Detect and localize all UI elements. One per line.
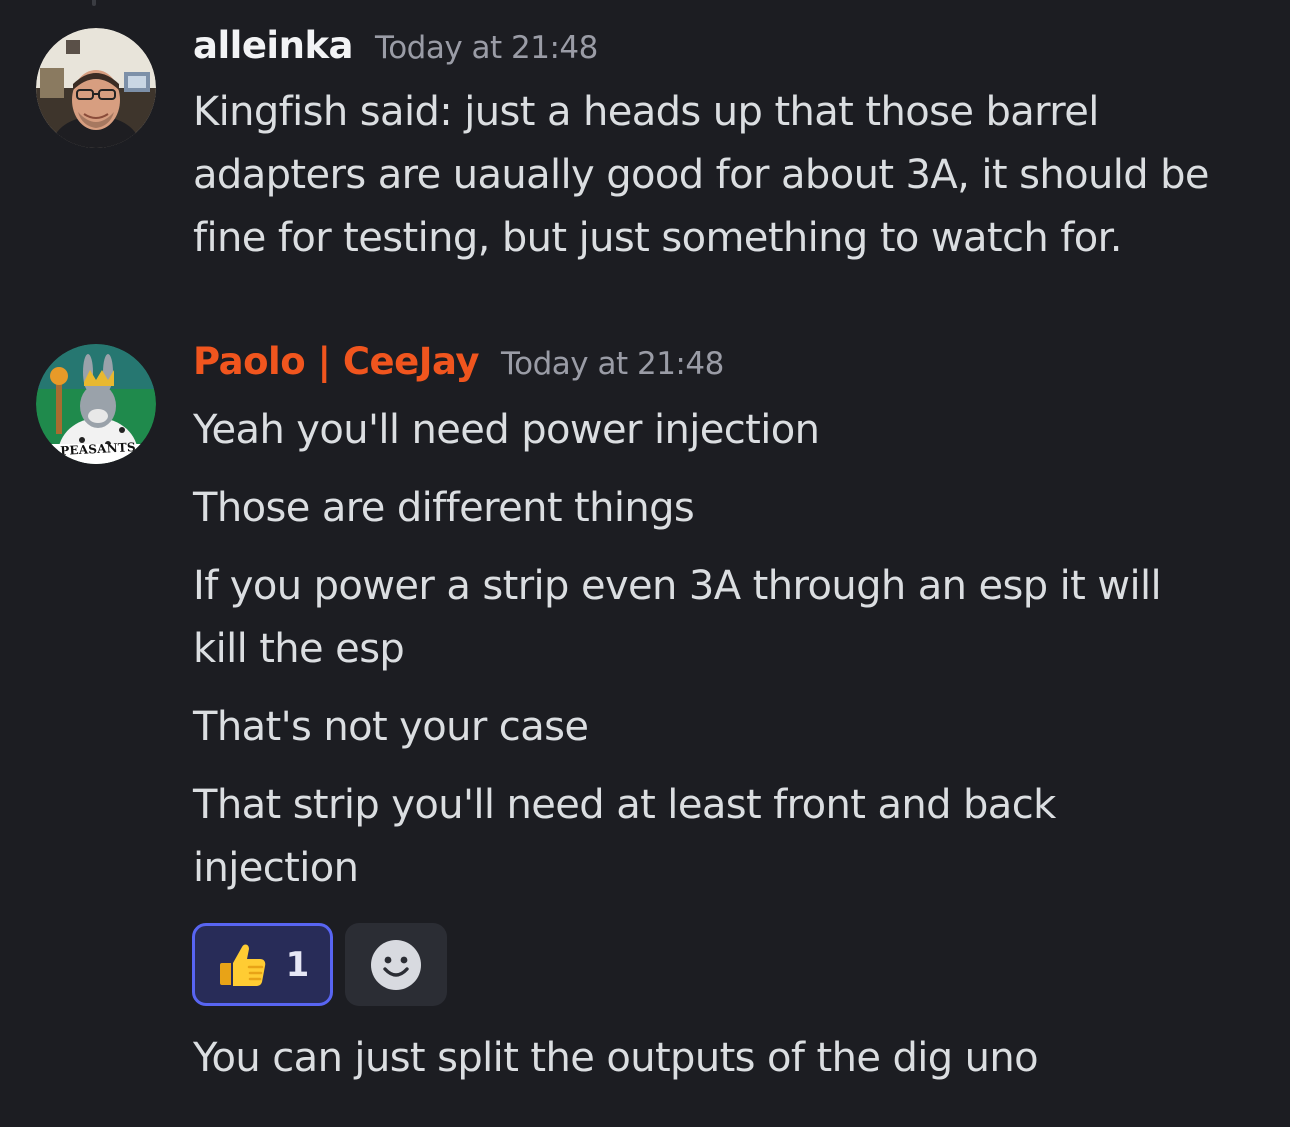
message-header: alleinka Today at 21:48 <box>193 24 598 67</box>
message-line: Kingfish said: just a heads up that thos… <box>193 89 1099 135</box>
scroll-tick <box>92 0 96 6</box>
message-line: You can just split the outputs of the di… <box>193 1035 1039 1081</box>
message-line: Yeah you'll need power injection <box>193 407 820 453</box>
username[interactable]: alleinka <box>193 24 354 67</box>
message-line: kill the esp <box>193 626 405 672</box>
message-line: Those are different things <box>193 485 695 531</box>
message-line: fine for testing, but just something to … <box>193 215 1123 261</box>
message-line: That's not your case <box>193 704 589 750</box>
smiley-icon <box>371 939 421 990</box>
timestamp[interactable]: Today at 21:48 <box>375 30 598 66</box>
avatar-paolo[interactable]: PEASANTS <box>36 344 156 464</box>
timestamp[interactable]: Today at 21:48 <box>501 346 724 382</box>
message-header: Paolo | CeeJay Today at 21:48 <box>193 340 724 383</box>
message-line: injection <box>193 845 359 891</box>
reaction-thumbs-up[interactable]: 1 <box>192 923 333 1006</box>
avatar-photo-icon <box>36 28 156 148</box>
message-line: That strip you'll need at least front an… <box>193 782 1056 828</box>
add-reaction-button[interactable] <box>345 923 447 1006</box>
username[interactable]: Paolo | CeeJay <box>193 340 479 383</box>
message-line: If you power a strip even 3A through an … <box>193 563 1162 609</box>
reaction-count: 1 <box>285 944 310 985</box>
avatar-alleinka[interactable] <box>36 28 156 148</box>
message-line: adapters are uaually good for about 3A, … <box>193 152 1210 198</box>
thumbs-up-icon <box>219 944 265 986</box>
